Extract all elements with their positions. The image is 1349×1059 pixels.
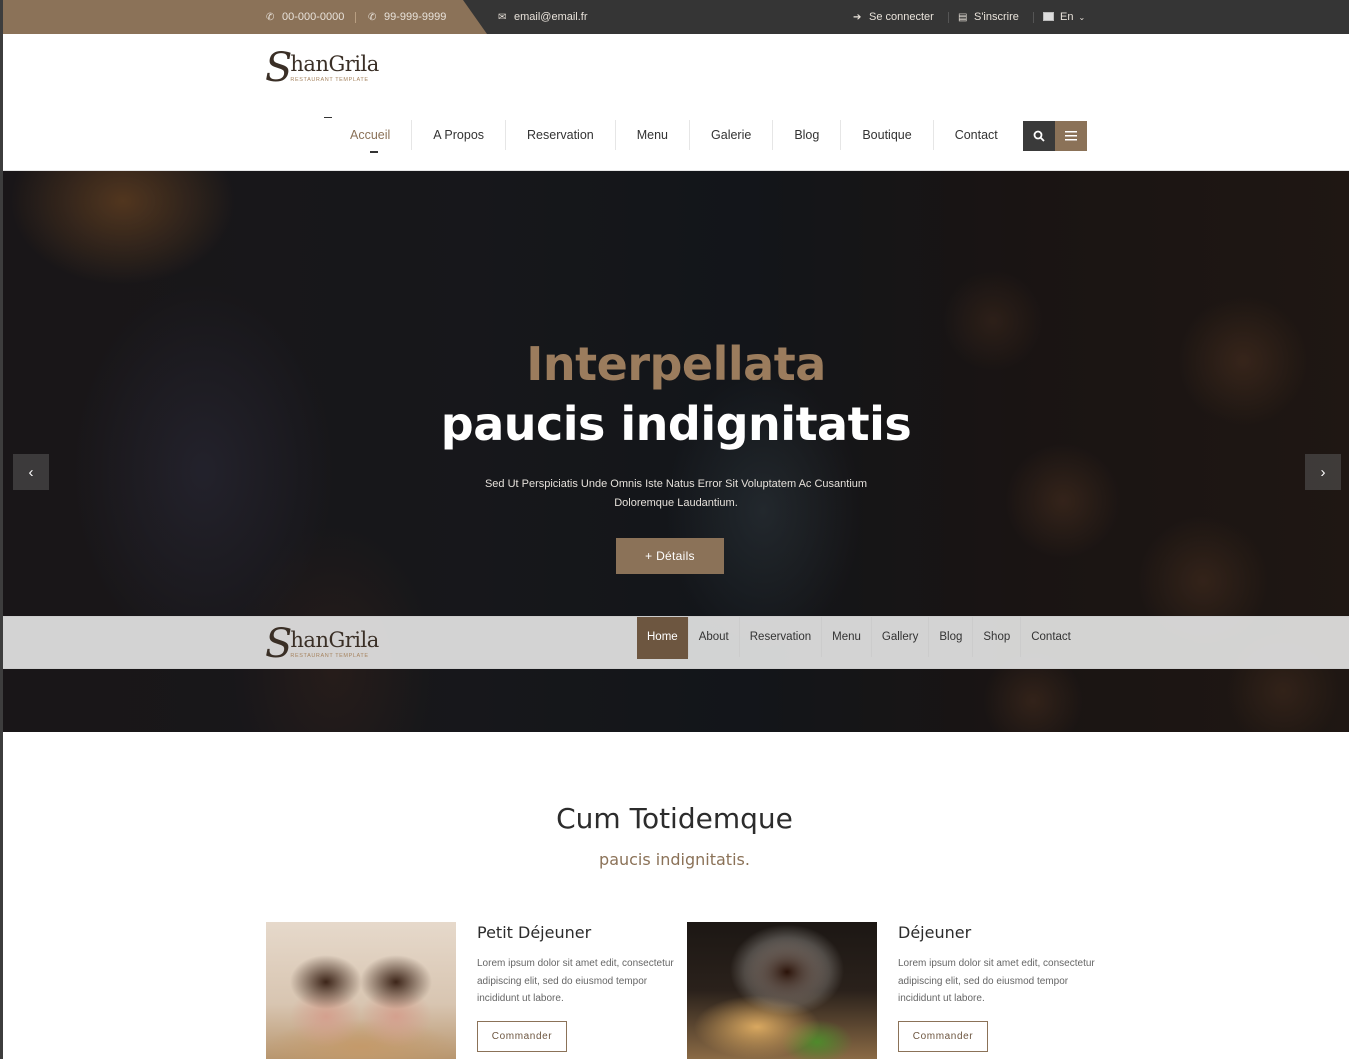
logo-name: hanGrila	[290, 51, 379, 76]
sticky-nav-reservation[interactable]: Reservation	[738, 617, 821, 657]
chevron-right-icon: ›	[1320, 463, 1326, 481]
nav-item-galerie[interactable]: Galerie	[689, 120, 772, 150]
envelope-icon: ✉	[498, 12, 507, 23]
hero-slider: Interpellata paucis indignitatis Sed Ut …	[3, 171, 1349, 732]
email-link[interactable]: ✉ email@email.fr	[498, 0, 588, 34]
sticky-nav-home[interactable]: Home	[637, 617, 688, 659]
nav-item-blog[interactable]: Blog	[772, 120, 840, 150]
divider	[1033, 12, 1034, 23]
slider-prev-button[interactable]: ‹	[13, 454, 49, 490]
logo-initial: S	[265, 45, 293, 91]
sticky-nav-blog[interactable]: Blog	[928, 617, 972, 657]
phone-icon: ✆	[266, 12, 275, 23]
logo-name: hanGrila	[290, 627, 379, 652]
nav-item-contact[interactable]: Contact	[932, 120, 1019, 150]
order-button-lunch[interactable]: Commander	[898, 1021, 988, 1052]
search-button[interactable]	[1023, 121, 1055, 151]
card-title-lunch: Déjeuner	[898, 923, 972, 942]
sticky-nav-gallery[interactable]: Gallery	[870, 617, 928, 657]
site-logo[interactable]: S hanGrila RESTAURANT TEMPLATE	[265, 48, 379, 88]
hero-title-line1: Interpellata	[526, 337, 826, 391]
section-subtitle: paucis indignitatis.	[599, 850, 750, 869]
phone-icon: ✆	[368, 12, 377, 23]
slider-next-button[interactable]: ›	[1305, 454, 1341, 490]
register-link[interactable]: ▤ S'inscrire	[958, 0, 1019, 34]
details-button[interactable]: + Détails	[616, 538, 724, 574]
divider	[948, 12, 949, 23]
sticky-nav-about[interactable]: About	[687, 617, 739, 657]
chevron-left-icon: ‹	[28, 463, 34, 481]
language-selector[interactable]: En ⌄	[1043, 0, 1085, 34]
hamburger-icon	[1065, 131, 1077, 141]
top-bar: ✆ 00-000-0000 ✆ 99-999-9999 ✉ email@email.f…	[3, 0, 1349, 34]
menu-toggle-button[interactable]	[1055, 121, 1087, 151]
login-link[interactable]: ➔ Se connecter	[853, 0, 934, 34]
nav-item-a-propos[interactable]: A Propos	[411, 120, 505, 150]
section-title: Cum Totidemque	[556, 802, 793, 835]
card-text-lunch: Lorem ipsum dolor sit amet edit, consect…	[898, 958, 1095, 1004]
sticky-nav-shop[interactable]: Shop	[972, 617, 1020, 657]
phone-1[interactable]: ✆ 00-000-0000	[266, 0, 344, 34]
sticky-nav-contact[interactable]: Contact	[1020, 617, 1081, 657]
nav-item-boutique[interactable]: Boutique	[840, 120, 932, 150]
logo-tagline: RESTAURANT TEMPLATE	[290, 652, 369, 659]
sign-in-icon: ➔	[853, 12, 862, 23]
card-title-breakfast: Petit Déjeuner	[477, 923, 592, 942]
phone-2[interactable]: ✆ 99-999-9999	[368, 0, 446, 34]
hero-text: Sed Ut Perspiciatis Unde Omnis Iste Natu…	[484, 478, 868, 509]
sticky-header-preview: S hanGrila RESTAURANT TEMPLATE Home Abou…	[3, 616, 1349, 669]
sticky-nav: Home About Reservation Menu Gallery Blog…	[637, 617, 1081, 670]
chevron-down-icon: ⌄	[1078, 13, 1086, 22]
nav-item-reservation[interactable]: Reservation	[505, 120, 615, 150]
search-icon	[1033, 130, 1045, 142]
cupcakes-image[interactable]	[266, 922, 456, 1059]
document-icon: ▤	[958, 12, 968, 23]
logo-tagline: RESTAURANT TEMPLATE	[290, 76, 369, 83]
site-header: S hanGrila RESTAURANT TEMPLATE Accueil A…	[3, 34, 1349, 171]
card-text-breakfast: Lorem ipsum dolor sit amet edit, consect…	[477, 958, 674, 1004]
coffee-sandwich-image[interactable]	[687, 922, 877, 1059]
logo-initial: S	[265, 621, 293, 667]
divider	[355, 12, 356, 23]
nav-item-accueil[interactable]: Accueil	[323, 117, 411, 153]
sticky-nav-menu[interactable]: Menu	[821, 617, 871, 657]
sticky-logo[interactable]: S hanGrila RESTAURANT TEMPLATE	[265, 624, 379, 664]
main-nav: Accueil A Propos Reservation Menu Galeri…	[323, 117, 1019, 153]
nav-item-menu[interactable]: Menu	[614, 120, 689, 150]
hero-title-line2: paucis indignitatis	[440, 397, 912, 451]
flag-icon	[1043, 12, 1054, 21]
order-button-breakfast[interactable]: Commander	[477, 1021, 567, 1052]
